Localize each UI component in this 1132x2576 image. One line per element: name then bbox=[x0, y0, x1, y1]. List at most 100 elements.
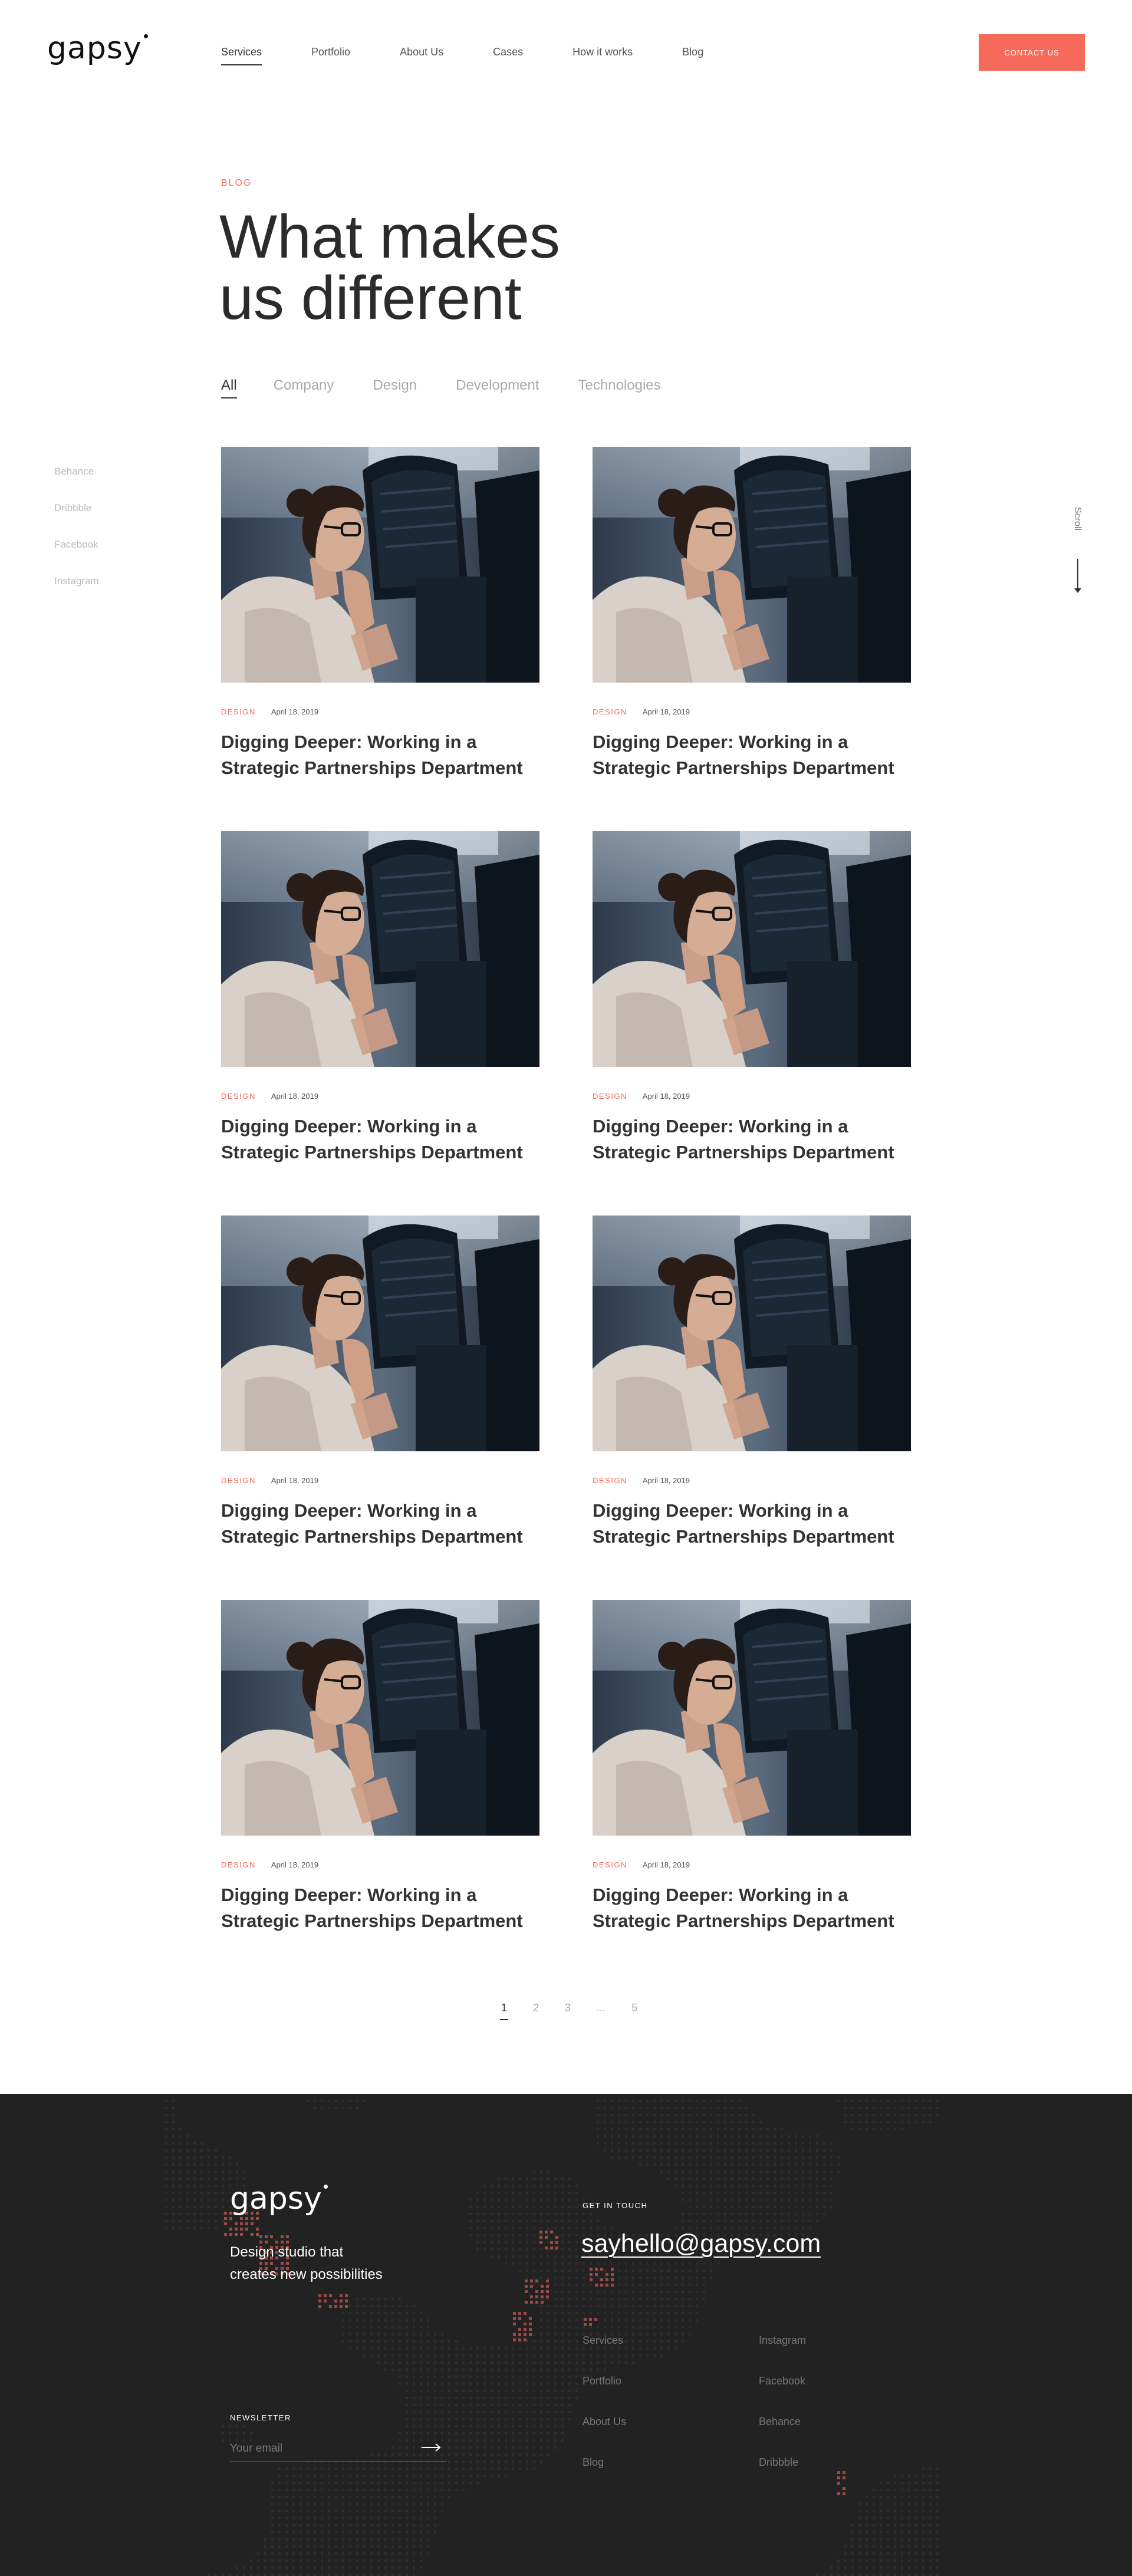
post-title[interactable]: Digging Deeper: Working in a Strategic P… bbox=[221, 729, 528, 781]
page-title: What makes us different bbox=[219, 206, 632, 329]
footer-link-portfolio[interactable]: Portfolio bbox=[583, 2375, 626, 2387]
filter-all[interactable]: All bbox=[221, 377, 237, 398]
nav-item-portfolio[interactable]: Portfolio bbox=[311, 46, 350, 65]
pagination: 1 2 3 ... 5 bbox=[499, 2002, 663, 2020]
post-date: April 18, 2019 bbox=[642, 707, 690, 716]
nav-item-blog[interactable]: Blog bbox=[682, 46, 703, 65]
footer-link-instagram[interactable]: Instagram bbox=[759, 2334, 806, 2347]
filter-design[interactable]: Design bbox=[373, 377, 417, 398]
nav-item-services[interactable]: Services bbox=[221, 46, 262, 65]
nav-item-about-us[interactable]: About Us bbox=[400, 46, 443, 65]
post-meta: DESIGN April 18, 2019 bbox=[593, 1092, 911, 1101]
newsletter-label: NEWSLETTER bbox=[230, 2413, 291, 2422]
filter-technologies[interactable]: Technologies bbox=[578, 377, 661, 398]
footer-link-behance[interactable]: Behance bbox=[759, 2416, 806, 2428]
page-eyebrow: BLOG bbox=[221, 178, 252, 188]
site-footer: gapsy Design studio that creates new pos… bbox=[0, 2094, 1132, 2576]
post-category[interactable]: DESIGN bbox=[593, 1092, 627, 1101]
footer-logo-text: gapsy bbox=[230, 2181, 322, 2216]
footer-logo[interactable]: gapsy bbox=[230, 2181, 328, 2216]
filter-company[interactable]: Company bbox=[274, 377, 334, 398]
post-title[interactable]: Digging Deeper: Working in a Strategic P… bbox=[593, 1498, 899, 1550]
post-title[interactable]: Digging Deeper: Working in a Strategic P… bbox=[221, 1114, 528, 1165]
contact-us-button[interactable]: CONTACT US bbox=[979, 34, 1085, 71]
scroll-indicator[interactable]: Scroll bbox=[1072, 507, 1084, 593]
post-title[interactable]: Digging Deeper: Working in a Strategic P… bbox=[221, 1882, 528, 1934]
page-5[interactable]: 5 bbox=[631, 2002, 637, 2020]
post-card[interactable]: DESIGN April 18, 2019 Digging Deeper: Wo… bbox=[221, 1215, 539, 1569]
post-date: April 18, 2019 bbox=[642, 1476, 690, 1485]
footer-link-dribbble[interactable]: Dribbble bbox=[759, 2456, 806, 2469]
footer-link-services[interactable]: Services bbox=[583, 2334, 626, 2347]
logo-dot bbox=[143, 34, 148, 38]
page-2[interactable]: 2 bbox=[533, 2002, 539, 2020]
post-title[interactable]: Digging Deeper: Working in a Strategic P… bbox=[593, 729, 899, 781]
post-title[interactable]: Digging Deeper: Working in a Strategic P… bbox=[221, 1498, 528, 1550]
social-links: Behance Dribbble Facebook Instagram bbox=[54, 466, 99, 612]
page-3[interactable]: 3 bbox=[565, 2002, 571, 2020]
social-link-facebook[interactable]: Facebook bbox=[54, 539, 99, 551]
post-card[interactable]: DESIGN April 18, 2019 Digging Deeper: Wo… bbox=[593, 1600, 911, 1954]
post-category[interactable]: DESIGN bbox=[221, 1476, 256, 1485]
post-meta: DESIGN April 18, 2019 bbox=[221, 707, 539, 716]
newsletter-email-input[interactable] bbox=[230, 2438, 407, 2459]
post-meta: DESIGN April 18, 2019 bbox=[221, 1476, 539, 1485]
post-image[interactable] bbox=[593, 831, 911, 1067]
nav-item-cases[interactable]: Cases bbox=[493, 46, 523, 65]
post-image[interactable] bbox=[221, 831, 539, 1067]
social-link-behance[interactable]: Behance bbox=[54, 466, 99, 477]
social-link-instagram[interactable]: Instagram bbox=[54, 575, 99, 587]
post-image[interactable] bbox=[593, 1600, 911, 1836]
world-map-dots bbox=[165, 2100, 939, 2576]
post-category[interactable]: DESIGN bbox=[593, 1860, 627, 1869]
scroll-label: Scroll bbox=[1072, 507, 1082, 531]
footer-tagline: Design studio that creates new possibili… bbox=[230, 2241, 419, 2287]
footer-logo-dot bbox=[323, 2185, 328, 2189]
arrow-right-icon[interactable] bbox=[421, 2442, 441, 2453]
post-card[interactable]: DESIGN April 18, 2019 Digging Deeper: Wo… bbox=[593, 1215, 911, 1569]
post-card[interactable]: DESIGN April 18, 2019 Digging Deeper: Wo… bbox=[593, 447, 911, 801]
get-in-touch-label: GET IN TOUCH bbox=[583, 2201, 648, 2210]
post-category[interactable]: DESIGN bbox=[221, 707, 256, 716]
logo-text: gapsy bbox=[47, 31, 142, 66]
logo[interactable]: gapsy bbox=[47, 31, 148, 66]
post-date: April 18, 2019 bbox=[271, 1476, 319, 1485]
post-date: April 18, 2019 bbox=[642, 1092, 690, 1101]
post-category[interactable]: DESIGN bbox=[221, 1860, 256, 1869]
post-title[interactable]: Digging Deeper: Working in a Strategic P… bbox=[593, 1114, 899, 1165]
post-category[interactable]: DESIGN bbox=[593, 707, 627, 716]
post-card[interactable]: DESIGN April 18, 2019 Digging Deeper: Wo… bbox=[593, 831, 911, 1185]
nav-item-how-it-works[interactable]: How it works bbox=[572, 46, 633, 65]
post-date: April 18, 2019 bbox=[271, 1860, 319, 1869]
post-meta: DESIGN April 18, 2019 bbox=[221, 1092, 539, 1101]
post-card[interactable]: DESIGN April 18, 2019 Digging Deeper: Wo… bbox=[221, 1600, 539, 1954]
scroll-line bbox=[1077, 559, 1078, 592]
footer-link-about-us[interactable]: About Us bbox=[583, 2416, 626, 2428]
page-title-line-1: What makes bbox=[219, 203, 560, 271]
post-meta: DESIGN April 18, 2019 bbox=[593, 1860, 911, 1869]
footer-tagline-line-1: Design studio that bbox=[230, 2244, 344, 2260]
post-image[interactable] bbox=[593, 447, 911, 683]
post-meta: DESIGN April 18, 2019 bbox=[593, 1476, 911, 1485]
post-category[interactable]: DESIGN bbox=[221, 1092, 256, 1101]
footer-link-blog[interactable]: Blog bbox=[583, 2456, 626, 2469]
post-title[interactable]: Digging Deeper: Working in a Strategic P… bbox=[593, 1882, 899, 1934]
post-meta: DESIGN April 18, 2019 bbox=[221, 1860, 539, 1869]
post-card[interactable]: DESIGN April 18, 2019 Digging Deeper: Wo… bbox=[221, 831, 539, 1185]
post-category[interactable]: DESIGN bbox=[593, 1476, 627, 1485]
post-card[interactable]: DESIGN April 18, 2019 Digging Deeper: Wo… bbox=[221, 447, 539, 801]
contact-email-link[interactable]: sayhello@gapsy.com bbox=[581, 2229, 821, 2258]
category-filters: All Company Design Development Technolog… bbox=[221, 377, 661, 398]
post-date: April 18, 2019 bbox=[271, 707, 319, 716]
post-image[interactable] bbox=[221, 1215, 539, 1451]
post-image[interactable] bbox=[593, 1215, 911, 1451]
post-image[interactable] bbox=[221, 1600, 539, 1836]
footer-tagline-line-2: creates new possibilities bbox=[230, 2267, 383, 2283]
newsletter-field bbox=[230, 2436, 447, 2462]
filter-development[interactable]: Development bbox=[456, 377, 539, 398]
footer-link-facebook[interactable]: Facebook bbox=[759, 2375, 806, 2387]
page-1[interactable]: 1 bbox=[499, 2002, 509, 2020]
arrow-down-icon bbox=[1074, 588, 1081, 593]
post-image[interactable] bbox=[221, 447, 539, 683]
social-link-dribbble[interactable]: Dribbble bbox=[54, 502, 99, 514]
